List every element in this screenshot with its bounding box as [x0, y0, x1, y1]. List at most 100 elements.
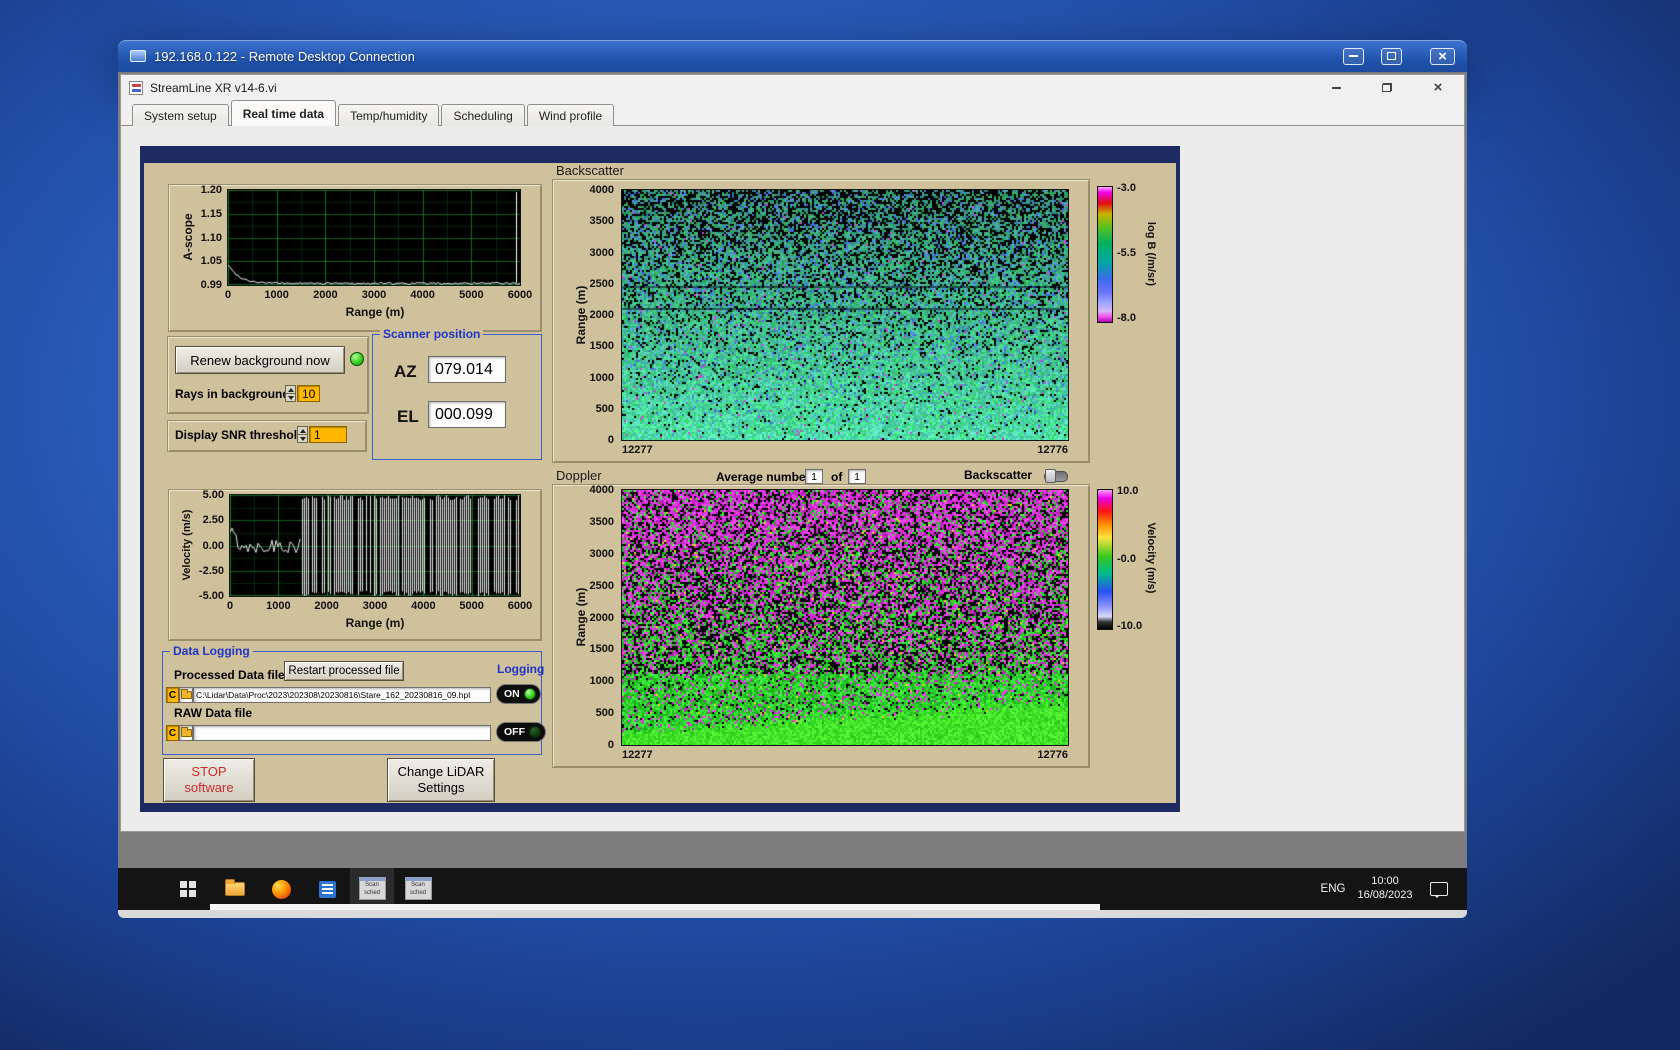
tick-label: 2.50: [202, 514, 224, 527]
backscatter-x-start: 12277: [622, 444, 653, 456]
start-button[interactable]: [166, 868, 210, 910]
tick-label: 3000: [362, 600, 388, 612]
spinner-up-icon[interactable]: [298, 427, 307, 435]
of-value-field[interactable]: 1: [848, 469, 866, 484]
processed-drive-box[interactable]: C: [166, 687, 179, 703]
el-value-field[interactable]: 000.099: [428, 401, 506, 428]
rays-spinner[interactable]: [285, 385, 296, 402]
doppler-colorbar[interactable]: [1097, 489, 1113, 630]
scan-sched-icon: Scan sched: [404, 876, 432, 900]
backscatter-plot-canvas[interactable]: [622, 190, 1068, 440]
clock[interactable]: 10:00 16/08/2023: [1352, 868, 1418, 910]
raw-path-field[interactable]: [193, 725, 491, 741]
desktop: 192.168.0.122 - Remote Desktop Connectio…: [0, 0, 1680, 1050]
average-number-label: Average number: [716, 470, 811, 484]
renew-background-led: [350, 352, 364, 366]
processed-data-file-label: Processed Data file: [174, 668, 285, 682]
tick-label: 0.00: [202, 539, 224, 552]
rdp-close-button[interactable]: ×: [1430, 47, 1455, 65]
raw-drive-box[interactable]: C: [166, 725, 179, 741]
folder-icon: [180, 689, 192, 699]
language-indicator[interactable]: ENG: [1314, 868, 1352, 910]
on-led: [523, 688, 536, 700]
tab-scheduling[interactable]: Scheduling: [441, 104, 525, 126]
off-label: OFF: [504, 726, 525, 738]
data-logging-title: Data Logging: [170, 644, 253, 658]
change-lidar-settings-button[interactable]: Change LiDAR Settings: [387, 758, 495, 802]
tick-label: 3500: [589, 515, 614, 528]
average-number-field[interactable]: 1: [805, 469, 823, 484]
processed-logging-on-button[interactable]: ON: [496, 684, 541, 704]
streamline-titlebar[interactable]: StreamLine XR v14-6.vi ×: [121, 75, 1464, 100]
close-icon: ×: [1433, 79, 1443, 96]
tick-label: 1.20: [200, 184, 222, 196]
renew-background-button[interactable]: Renew background now: [175, 346, 345, 374]
snr-value-field[interactable]: 1: [309, 426, 347, 443]
rdp-maximize-button[interactable]: [1381, 47, 1402, 65]
doppler-plot-canvas[interactable]: [622, 490, 1068, 745]
doppler-plot[interactable]: [621, 489, 1069, 746]
tick-label: -8.0: [1117, 312, 1136, 324]
tick-label: 1000: [266, 600, 291, 612]
restart-processed-file-button[interactable]: Restart processed file: [284, 661, 404, 681]
tick-label: 3000: [589, 547, 614, 560]
tick-label: 4000: [589, 184, 614, 196]
language-code: ENG: [1320, 883, 1346, 895]
tick-label: 4000: [589, 484, 614, 496]
doppler-section-title: Doppler: [556, 468, 602, 483]
notification-center-button[interactable]: [1420, 868, 1458, 910]
tick-label: 6000: [507, 600, 533, 612]
tick-label: 2500: [589, 579, 614, 592]
app-restore-button[interactable]: [1369, 77, 1405, 98]
tick-label: 6000: [507, 289, 533, 301]
spinner-down-icon[interactable]: [286, 394, 295, 401]
tick-label: 10.0: [1117, 485, 1139, 497]
scanner-position-cluster: [372, 334, 542, 460]
rdp-titlebar[interactable]: 192.168.0.122 - Remote Desktop Connectio…: [118, 40, 1467, 72]
backscatter-colorbar[interactable]: [1097, 186, 1113, 323]
backscatter-plot[interactable]: [621, 189, 1069, 441]
tick-label: 1.10: [200, 231, 222, 244]
processed-path-field[interactable]: C:\Lidar\Data\Proc\2023\202308\20230816\…: [193, 687, 491, 703]
processed-browse-button[interactable]: [179, 687, 193, 703]
stop-software-button[interactable]: STOP software: [163, 758, 255, 802]
velocity-plot-canvas[interactable]: [230, 495, 520, 596]
rdp-minimize-button[interactable]: [1343, 47, 1364, 65]
tick-label: 1500: [589, 643, 614, 656]
close-icon: ×: [1438, 47, 1447, 65]
tick-label: 1500: [589, 340, 614, 353]
ascope-plot[interactable]: [227, 189, 521, 286]
restore-icon: [1382, 83, 1392, 92]
rays-value-field[interactable]: 10: [297, 385, 320, 402]
tick-label: 0: [607, 434, 614, 446]
spinner-up-icon[interactable]: [286, 386, 295, 394]
tab-system-setup[interactable]: System setup: [132, 104, 229, 126]
tick-label: 3500: [589, 215, 614, 228]
app-close-button[interactable]: ×: [1420, 77, 1456, 98]
backscatter-toggle-label: Backscatter: [964, 468, 1033, 482]
backscatter-section-title: Backscatter: [556, 163, 624, 178]
taskbar-peek-strip: [210, 904, 1100, 910]
tick-label: 500: [595, 402, 614, 415]
vi-icon: [129, 80, 143, 95]
backscatter-toggle-knob[interactable]: [1045, 469, 1056, 483]
app-minimize-button[interactable]: [1318, 77, 1354, 98]
velocity-plot[interactable]: [229, 494, 521, 597]
tab-real-time-data[interactable]: Real time data: [230, 100, 337, 126]
snr-spinner[interactable]: [297, 426, 308, 443]
remote-desktop-icon: [130, 50, 146, 62]
tick-label: -5.5: [1117, 247, 1136, 259]
spinner-down-icon[interactable]: [298, 435, 307, 442]
tick-label: 1000: [264, 289, 289, 301]
rdp-window-bottom-edge: [118, 910, 1467, 918]
tab-temp-humidity[interactable]: Temp/humidity: [338, 104, 440, 126]
az-value-field[interactable]: 079.014: [428, 356, 506, 383]
raw-logging-off-button[interactable]: OFF: [496, 722, 546, 742]
ascope-plot-canvas[interactable]: [228, 190, 520, 285]
tick-label: 1.05: [200, 255, 222, 268]
tick-label: 500: [595, 707, 614, 720]
tab-wind-profile[interactable]: Wind profile: [526, 104, 615, 126]
raw-browse-button[interactable]: [179, 725, 193, 741]
rays-in-background-label: Rays in background: [175, 387, 290, 401]
tick-label: 1000: [589, 675, 614, 688]
